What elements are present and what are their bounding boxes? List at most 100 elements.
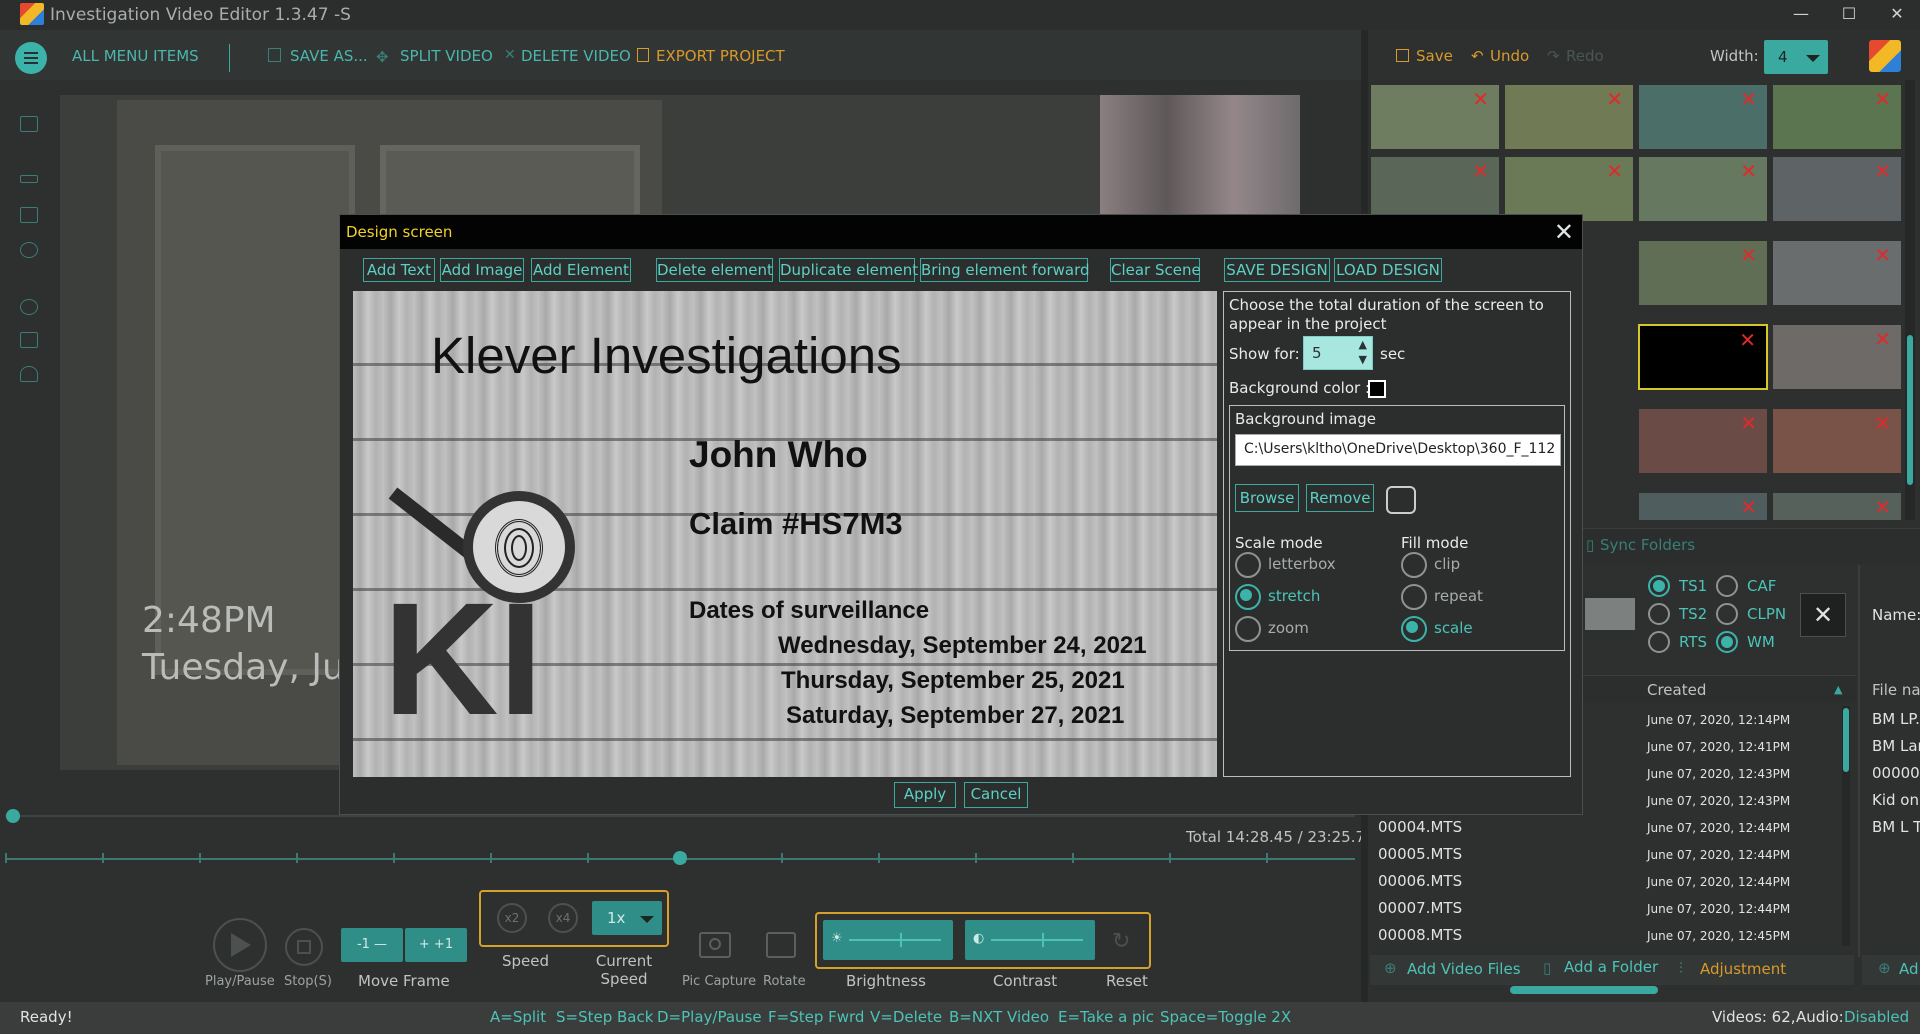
- background-color-swatch[interactable]: [1368, 380, 1386, 398]
- video-thumbnail[interactable]: ✕: [1638, 492, 1768, 520]
- canvas-name-text[interactable]: John Who: [689, 434, 868, 476]
- video-thumbnail[interactable]: ✕: [1370, 156, 1500, 222]
- side-file-name[interactable]: 00000.: [1872, 764, 1920, 782]
- video-thumbnail[interactable]: ✕: [1638, 156, 1768, 222]
- save-button[interactable]: Save: [1416, 47, 1453, 65]
- remove-thumb-icon[interactable]: ✕: [1740, 411, 1757, 435]
- remove-thumb-icon[interactable]: ✕: [1874, 327, 1891, 351]
- settings-icon[interactable]: [20, 299, 38, 315]
- save-as-button[interactable]: SAVE AS...: [290, 47, 368, 65]
- canvas-logo-image[interactable]: KI: [383, 456, 603, 756]
- scrub-knob-start[interactable]: [6, 809, 20, 823]
- export-project-button[interactable]: EXPORT PROJECT: [656, 47, 785, 65]
- stop-button[interactable]: [285, 928, 323, 966]
- adjustment-button[interactable]: Adjustment: [1700, 960, 1786, 978]
- add-video-files-button[interactable]: Add Video Files: [1407, 960, 1521, 978]
- video-thumbnail[interactable]: ✕: [1772, 156, 1902, 222]
- delete-element-button[interactable]: Delete element: [656, 258, 773, 282]
- redo-button[interactable]: Redo: [1566, 47, 1604, 65]
- remove-thumb-icon[interactable]: ✕: [1874, 159, 1891, 183]
- scale-stretch-radio[interactable]: [1235, 584, 1261, 610]
- remove-button[interactable]: Remove: [1306, 484, 1374, 512]
- canvas-dates-title[interactable]: Dates of surveillance: [689, 597, 929, 625]
- timeline-playhead[interactable]: [673, 851, 687, 865]
- cancel-button[interactable]: Cancel: [964, 782, 1028, 808]
- sort-asc-icon[interactable]: ▲: [1834, 683, 1842, 696]
- add-text-button[interactable]: Add Text: [363, 258, 435, 282]
- remove-thumb-icon[interactable]: ✕: [1740, 159, 1757, 183]
- radio-caf[interactable]: [1716, 575, 1738, 597]
- video-thumbnail[interactable]: ✕: [1638, 84, 1768, 150]
- book-icon[interactable]: [20, 332, 38, 348]
- side-add-button[interactable]: Ad: [1899, 960, 1919, 978]
- canvas-claim-text[interactable]: Claim #HS7M3: [689, 506, 903, 542]
- remove-thumb-icon[interactable]: ✕: [1740, 495, 1757, 519]
- video-thumbnail[interactable]: ✕: [1772, 408, 1902, 474]
- video-thumbnail[interactable]: ✕: [1504, 84, 1634, 150]
- columns-icon[interactable]: [20, 175, 38, 183]
- brightness-thumb[interactable]: [900, 933, 902, 947]
- undo-button[interactable]: Undo: [1490, 47, 1529, 65]
- radio-ts2[interactable]: [1648, 603, 1670, 625]
- side-file-name[interactable]: BM L T: [1872, 818, 1920, 836]
- design-canvas[interactable]: Klever Investigations John Who Claim #HS…: [353, 291, 1217, 777]
- file-name[interactable]: 00008.MTS: [1378, 926, 1462, 944]
- remove-thumb-icon[interactable]: ✕: [1472, 159, 1489, 183]
- brightness-slider[interactable]: ☀: [823, 920, 953, 960]
- current-speed-dropdown[interactable]: 1x: [592, 901, 662, 935]
- side-file-name[interactable]: BM Lar: [1872, 737, 1920, 755]
- side-file-name[interactable]: BM LP.: [1872, 710, 1920, 728]
- scale-letterbox-radio[interactable]: [1235, 552, 1261, 578]
- created-column-header[interactable]: Created: [1647, 681, 1706, 699]
- mute-icon[interactable]: [20, 242, 38, 258]
- width-dropdown[interactable]: 4: [1764, 40, 1828, 74]
- color-swatch[interactable]: [1585, 598, 1635, 630]
- canvas-date-line[interactable]: Wednesday, September 24, 2021: [778, 632, 1147, 660]
- split-video-button[interactable]: SPLIT VIDEO: [400, 47, 493, 65]
- horizontal-scrollbar-thumb[interactable]: [1510, 986, 1658, 994]
- remove-thumb-icon[interactable]: ✕: [1740, 243, 1757, 267]
- video-thumbnail[interactable]: ✕: [1638, 408, 1768, 474]
- move-frame-back-button[interactable]: -1 —: [341, 928, 403, 962]
- duplicate-element-button[interactable]: Duplicate element: [779, 258, 918, 282]
- load-design-button[interactable]: LOAD DESIGN: [1334, 258, 1442, 282]
- thumb-scrollbar-thumb[interactable]: [1907, 335, 1913, 485]
- file-name[interactable]: 00005.MTS: [1378, 845, 1462, 863]
- maximize-button[interactable]: ☐: [1826, 0, 1872, 28]
- scale-zoom-radio[interactable]: [1235, 616, 1261, 642]
- clear-scene-button[interactable]: Clear Scene: [1110, 258, 1201, 282]
- video-thumbnail[interactable]: ✕: [1772, 324, 1902, 390]
- video-thumbnail[interactable]: ✕: [1772, 240, 1902, 306]
- comment-icon[interactable]: [20, 207, 38, 223]
- remove-thumb-icon[interactable]: ✕: [1874, 87, 1891, 111]
- play-pause-button[interactable]: [213, 918, 267, 972]
- camera-icon[interactable]: [699, 932, 731, 958]
- canvas-date-line[interactable]: Thursday, September 25, 2021: [781, 667, 1125, 695]
- rotate-icon[interactable]: [766, 932, 796, 958]
- preview-image-icon[interactable]: [1386, 486, 1416, 514]
- video-thumbnail[interactable]: ✕: [1772, 492, 1902, 520]
- remove-thumb-icon[interactable]: ✕: [1606, 159, 1623, 183]
- speed-x2-button[interactable]: x2: [497, 903, 527, 933]
- video-thumbnail[interactable]: ✕: [1772, 84, 1902, 150]
- file-list-scrollbar-thumb[interactable]: [1843, 708, 1849, 772]
- remove-thumb-icon[interactable]: ✕: [1874, 243, 1891, 267]
- duration-spinner[interactable]: 5 ▲ ▼: [1303, 336, 1373, 370]
- radio-wm[interactable]: [1716, 631, 1738, 653]
- remove-thumb-icon[interactable]: ✕: [1740, 87, 1757, 111]
- apply-button[interactable]: Apply: [894, 782, 956, 808]
- speed-x4-button[interactable]: x4: [548, 903, 578, 933]
- canvas-date-line[interactable]: Saturday, September 27, 2021: [786, 702, 1124, 730]
- video-thumbnail[interactable]: ✕: [1638, 240, 1768, 306]
- file-name[interactable]: 00004.MTS: [1378, 818, 1462, 836]
- save-design-button[interactable]: SAVE DESIGN: [1224, 258, 1330, 282]
- radio-ts1[interactable]: [1648, 575, 1670, 597]
- add-element-button[interactable]: Add Element: [531, 258, 631, 282]
- background-path-input[interactable]: C:\Users\kltho\OneDrive\Desktop\360_F_11…: [1235, 434, 1561, 466]
- file-name[interactable]: 00007.MTS: [1378, 899, 1462, 917]
- bring-forward-button[interactable]: Bring element forward: [920, 258, 1090, 282]
- sync-folders-tab[interactable]: Sync Folders: [1600, 536, 1695, 554]
- delete-video-button[interactable]: DELETE VIDEO: [521, 47, 631, 65]
- radio-rts[interactable]: [1648, 631, 1670, 653]
- bookmark-icon[interactable]: [20, 116, 38, 132]
